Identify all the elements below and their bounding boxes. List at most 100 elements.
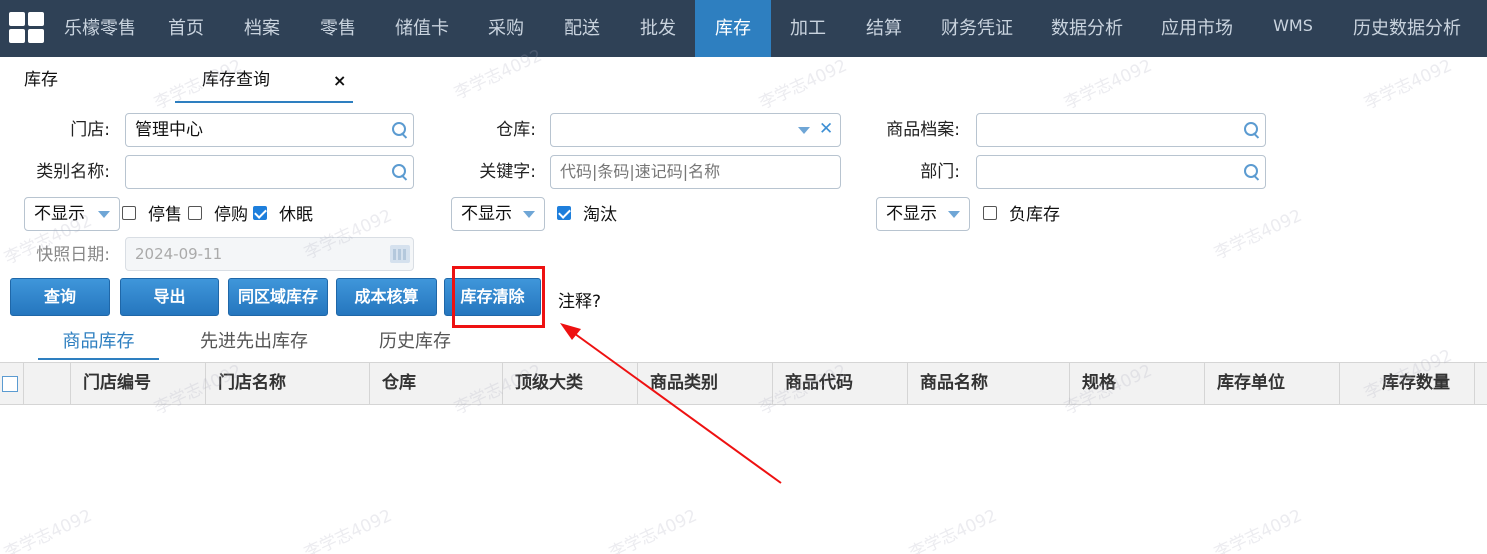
- tab-inventory-module[interactable]: 库存: [24, 57, 58, 103]
- nav-item-finance-voucher[interactable]: 财务凭证: [932, 0, 1022, 57]
- eliminated-display-select[interactable]: 不显示: [451, 197, 545, 231]
- watermark: 李学志4092: [906, 505, 1001, 554]
- tab-active-indicator: [175, 101, 353, 103]
- column-header-label: 门店名称: [218, 373, 286, 393]
- stop-purchase-label: 停购: [214, 205, 248, 225]
- search-icon[interactable]: [1244, 122, 1260, 138]
- nav-item-data-analysis[interactable]: 数据分析: [1042, 0, 1132, 57]
- nav-item-purchase[interactable]: 采购: [478, 0, 534, 57]
- export-button[interactable]: 导出: [120, 278, 219, 316]
- column-header-label: 库存数量: [1382, 373, 1450, 393]
- calendar-icon: [390, 245, 410, 263]
- column-header-label: 门店编号: [83, 373, 151, 393]
- warehouse-select[interactable]: ✕: [550, 113, 841, 147]
- eliminated-display-value: 不显示: [461, 204, 512, 224]
- nav-item-stored-value-card[interactable]: 储值卡: [384, 0, 460, 57]
- subtab-history-stock[interactable]: 历史库存: [368, 328, 462, 360]
- product-label: 商品档案:: [886, 120, 960, 140]
- tab-inventory-query[interactable]: 库存查询: [202, 57, 270, 103]
- status-display-value: 不显示: [34, 204, 85, 224]
- warehouse-label: 仓库:: [496, 120, 536, 140]
- column-header-warehouse[interactable]: 仓库: [370, 363, 503, 404]
- nav-item-wms[interactable]: WMS: [1262, 0, 1324, 57]
- stop-sale-checkbox[interactable]: [122, 206, 136, 220]
- column-header-spec[interactable]: 规格: [1070, 363, 1205, 404]
- column-header-product-code[interactable]: 商品代码: [773, 363, 908, 404]
- eliminated-checkbox[interactable]: [557, 206, 571, 220]
- category-field[interactable]: [125, 155, 414, 189]
- store-label: 门店:: [70, 120, 110, 140]
- column-header-store-code[interactable]: 门店编号: [71, 363, 206, 404]
- app-grid-icon[interactable]: [9, 12, 45, 44]
- dept-field[interactable]: [976, 155, 1266, 189]
- watermark: 李学志4092: [1211, 205, 1306, 264]
- snapshot-date-label: 快照日期:: [36, 245, 110, 265]
- clear-icon[interactable]: ✕: [819, 119, 833, 139]
- search-icon[interactable]: [1244, 164, 1260, 180]
- column-header-product-category[interactable]: 商品类别: [638, 363, 773, 404]
- note-text: 注释?: [558, 292, 602, 312]
- snapshot-date-field: 2024-09-11: [125, 237, 414, 271]
- column-header-stock-unit[interactable]: 库存单位: [1205, 363, 1340, 404]
- store-field[interactable]: 管理中心: [125, 113, 414, 147]
- nav-item-home[interactable]: 首页: [158, 0, 214, 57]
- nav-item-distribution[interactable]: 配送: [554, 0, 610, 57]
- same-region-stock-button[interactable]: 同区域库存: [228, 278, 328, 316]
- nav-item-archive[interactable]: 档案: [234, 0, 290, 57]
- keyword-placeholder: 代码|条码|速记码|名称: [560, 162, 721, 181]
- nav-brand[interactable]: 乐檬零售: [52, 0, 148, 57]
- negative-display-select[interactable]: 不显示: [876, 197, 970, 231]
- nav-item-wholesale[interactable]: 批发: [630, 0, 686, 57]
- search-icon[interactable]: [392, 164, 408, 180]
- column-header-product-name[interactable]: 商品名称: [908, 363, 1070, 404]
- column-header-label: 商品名称: [920, 373, 988, 393]
- column-header-label: 商品代码: [785, 373, 853, 393]
- stop-purchase-checkbox[interactable]: [188, 206, 202, 220]
- column-header-top-category[interactable]: 顶级大类: [503, 363, 638, 404]
- column-header-label: 仓库: [382, 373, 416, 393]
- chevron-down-icon[interactable]: [98, 211, 110, 218]
- subtab-fifo-stock[interactable]: 先进先出库存: [188, 328, 320, 360]
- chevron-down-icon[interactable]: [523, 211, 535, 218]
- nav-item-processing[interactable]: 加工: [780, 0, 836, 57]
- eliminated-label: 淘汰: [583, 205, 617, 225]
- tab-strip: 库存 库存查询: [0, 57, 1487, 103]
- watermark: 李学志4092: [1, 505, 96, 554]
- column-header-stock-qty[interactable]: 库存数量: [1340, 363, 1475, 404]
- close-icon[interactable]: ×: [333, 71, 346, 90]
- dormant-label: 休眠: [279, 205, 313, 225]
- watermark: 李学志4092: [301, 505, 396, 554]
- nav-item-settlement[interactable]: 结算: [856, 0, 912, 57]
- watermark: 李学志4092: [606, 505, 701, 554]
- subtab-product-stock[interactable]: 商品库存: [38, 328, 159, 360]
- dept-label: 部门:: [920, 162, 960, 182]
- highlight-box: [452, 266, 545, 328]
- nav-item-retail[interactable]: 零售: [310, 0, 366, 57]
- row-number-header: [24, 363, 71, 404]
- keyword-input[interactable]: 代码|条码|速记码|名称: [550, 155, 841, 189]
- nav-item-inventory[interactable]: 库存: [695, 0, 771, 57]
- select-all-cell: [0, 363, 24, 404]
- top-nav: 乐檬零售 首页 档案 零售 储值卡 采购 配送 批发 库存 加工 结算 财务凭证…: [0, 0, 1487, 57]
- column-header-store-name[interactable]: 门店名称: [206, 363, 370, 404]
- select-all-checkbox[interactable]: [2, 376, 18, 392]
- snapshot-date-value: 2024-09-11: [135, 245, 223, 263]
- nav-item-history-analysis[interactable]: 历史数据分析: [1344, 0, 1470, 57]
- search-icon[interactable]: [392, 122, 408, 138]
- product-field[interactable]: [976, 113, 1266, 147]
- negative-stock-checkbox[interactable]: [983, 206, 997, 220]
- chevron-down-icon[interactable]: [798, 127, 810, 134]
- dormant-checkbox[interactable]: [253, 206, 267, 220]
- stop-sale-label: 停售: [148, 205, 182, 225]
- keyword-label: 关键字:: [479, 162, 536, 182]
- grid-header: 门店编号 门店名称 仓库 顶级大类 商品类别 商品代码 商品名称 规格 库存单位…: [0, 362, 1487, 405]
- cost-check-button[interactable]: 成本核算: [336, 278, 437, 316]
- query-button[interactable]: 查询: [10, 278, 110, 316]
- chevron-down-icon[interactable]: [948, 211, 960, 218]
- column-header-label: 顶级大类: [515, 373, 583, 393]
- column-header-label: 规格: [1082, 373, 1116, 393]
- watermark: 李学志4092: [1211, 505, 1306, 554]
- nav-item-app-market[interactable]: 应用市场: [1152, 0, 1242, 57]
- status-display-select[interactable]: 不显示: [24, 197, 120, 231]
- negative-display-value: 不显示: [886, 204, 937, 224]
